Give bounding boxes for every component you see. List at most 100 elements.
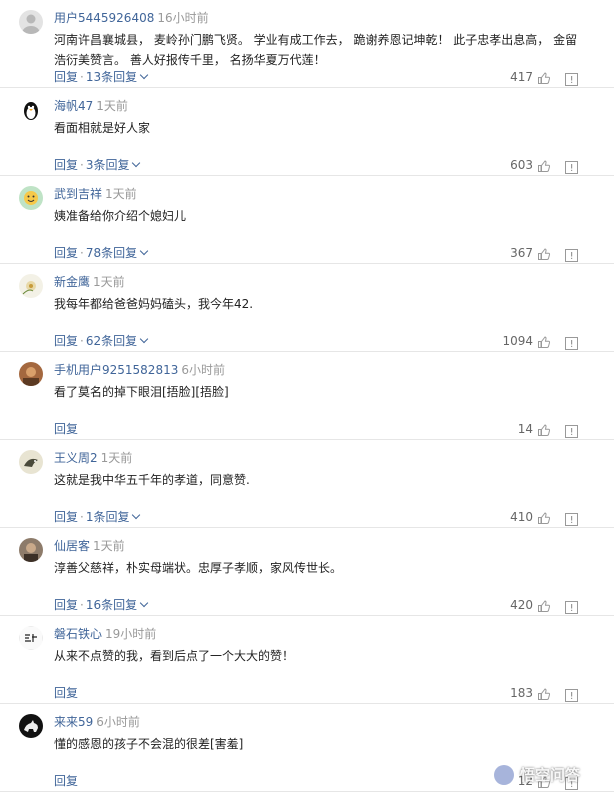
replies-count: 3条回复 <box>85 158 130 172</box>
reply-button[interactable]: 回复 <box>54 686 78 700</box>
comment-time: 1天前 <box>105 187 137 201</box>
chevron-down-icon <box>132 510 141 520</box>
comment-actions: 回复 <box>54 421 78 437</box>
comment-item: 手机用户9251582813 6小时前 看了莫名的掉下眼泪[捂脸][捂脸] 回复 14 <box>0 352 614 440</box>
username-link[interactable]: 海帆47 <box>54 99 93 113</box>
comment-feedback: 367 <box>510 244 578 262</box>
reply-button[interactable]: 回复 <box>54 70 78 84</box>
like-count: 420 <box>510 598 533 612</box>
thumbs-up-icon[interactable] <box>537 686 551 700</box>
comment-meta: 武到吉祥 1天前 <box>54 186 137 202</box>
view-replies-button[interactable]: 62条回复 <box>85 334 149 348</box>
report-icon[interactable] <box>565 247 578 262</box>
comment-time: 6小时前 <box>96 715 140 729</box>
like-count: 183 <box>510 686 533 700</box>
username-link[interactable]: 磐石铁心 <box>54 627 102 641</box>
comment-time: 1天前 <box>100 451 133 465</box>
report-icon[interactable] <box>565 423 578 438</box>
comment-time: 1天前 <box>93 539 125 553</box>
comment-meta: 新金鹰 1天前 <box>54 274 125 290</box>
separator-dot: · <box>80 598 84 612</box>
username-link[interactable]: 新金鹰 <box>54 275 90 289</box>
reply-button[interactable]: 回复 <box>54 598 78 612</box>
username-link[interactable]: 武到吉祥 <box>54 187 102 201</box>
comment-text: 淳善父慈祥，朴实母端状。忠厚子孝顺，家风传世长。 <box>54 561 343 575</box>
reply-button[interactable]: 回复 <box>54 334 78 348</box>
like-count: 1094 <box>502 334 533 348</box>
username-link[interactable]: 手机用户9251582813 <box>54 363 178 377</box>
chevron-down-icon <box>139 334 149 344</box>
smiley-avatar[interactable] <box>19 186 43 210</box>
comment-text: 从来不点赞的我，看到后点了一个大大的赞！ <box>54 649 295 663</box>
view-replies-button[interactable]: 3条回复 <box>85 158 141 172</box>
replies-count: 16条回复 <box>85 598 138 612</box>
report-icon[interactable] <box>565 687 578 702</box>
view-replies-button[interactable]: 1条回复 <box>86 510 141 524</box>
comment-meta: 用户5445926408 16小时前 <box>54 10 209 26</box>
chevron-down-icon <box>132 158 141 168</box>
report-icon[interactable] <box>565 599 578 614</box>
like-count: 14 <box>517 422 533 436</box>
comment-actions: 回复 · 1条回复 <box>54 509 141 525</box>
comment-feedback: 603 <box>510 156 578 174</box>
watermark-text: 悟空问答 <box>520 766 581 784</box>
comment-actions: 回复 · 16条回复 <box>54 597 149 613</box>
thumbs-up-icon[interactable] <box>537 246 551 260</box>
thumbs-up-icon[interactable] <box>537 334 551 348</box>
comment-text: 看了莫名的掉下眼泪[捂脸][捂脸] <box>54 385 229 399</box>
separator-dot: · <box>80 246 84 260</box>
comment-item: 磐石铁心 19小时前从来不点赞的我，看到后点了一个大大的赞！ 回复 183 <box>0 616 614 704</box>
username-link[interactable]: 王义周2 <box>54 451 98 465</box>
comment-actions: 回复 <box>54 685 78 701</box>
view-replies-button[interactable]: 13条回复 <box>85 70 149 84</box>
comment-feedback: 183 <box>510 684 578 702</box>
thumbs-up-icon[interactable] <box>537 598 551 612</box>
flower-avatar[interactable] <box>19 274 43 298</box>
like-count: 410 <box>510 510 533 524</box>
thumbs-up-icon[interactable] <box>537 158 551 172</box>
view-replies-button[interactable]: 78条回复 <box>86 246 149 260</box>
comment-item: 海帆47 1天前 看面相就是好人家 回复 · 3条回复 603 <box>0 88 614 176</box>
comment-meta: 来来59 6小时前 <box>54 714 140 730</box>
comment-time: 6小时前 <box>181 363 225 377</box>
username-link[interactable]: 用户5445926408 <box>54 11 154 25</box>
thumbs-up-icon[interactable] <box>537 510 551 524</box>
comment-feedback: 417 <box>510 68 578 86</box>
penguin-avatar[interactable] <box>19 98 43 122</box>
photo-avatar[interactable] <box>19 362 43 386</box>
calligraphy-avatar[interactable] <box>19 626 43 650</box>
reply-button[interactable]: 回复 <box>54 510 78 524</box>
comment-meta: 手机用户9251582813 6小时前 <box>54 362 225 378</box>
thumbs-up-icon[interactable] <box>537 70 551 84</box>
watermark-logo-icon <box>494 764 514 785</box>
report-icon[interactable] <box>565 511 578 526</box>
comment-item: 新金鹰 1天前 我每年都给爸爸妈妈磕头，我今年42. 回复 · 62条回复 1094 <box>0 264 614 352</box>
comment-text: 我每年都给爸爸妈妈磕头，我今年42. <box>54 297 254 311</box>
reply-button[interactable]: 回复 <box>54 422 78 436</box>
portrait-avatar[interactable] <box>19 538 43 562</box>
reply-button[interactable]: 回复 <box>54 246 78 260</box>
horse-avatar[interactable] <box>19 714 43 738</box>
report-icon[interactable] <box>565 71 578 86</box>
comment-item: 王义周2 1天前 这就是我中华五千年的孝道，同意赞. 回复 · 1条回复 410 <box>0 440 614 528</box>
username-link[interactable]: 仙居客 <box>54 539 90 553</box>
thumbs-up-icon[interactable] <box>537 422 551 436</box>
comment-meta: 磐石铁心 19小时前 <box>54 626 156 642</box>
replies-count: 62条回复 <box>85 334 138 348</box>
chevron-down-icon <box>139 246 149 256</box>
view-replies-button[interactable]: 16条回复 <box>85 598 149 612</box>
reply-button[interactable]: 回复 <box>54 158 78 172</box>
comment-meta: 王义周2 1天前 <box>54 450 132 466</box>
comment-actions: 回复 · 78条回复 <box>54 245 149 261</box>
reply-button[interactable]: 回复 <box>54 774 78 788</box>
bird-avatar[interactable] <box>19 450 43 474</box>
default-user-avatar[interactable] <box>19 10 43 34</box>
report-icon[interactable] <box>565 159 578 174</box>
comment-actions: 回复 <box>54 773 78 789</box>
report-icon[interactable] <box>565 335 578 350</box>
replies-count: 13条回复 <box>85 70 138 84</box>
username-link[interactable]: 来来59 <box>54 715 93 729</box>
comment-meta: 海帆47 1天前 <box>54 98 128 114</box>
separator-dot: · <box>80 510 84 524</box>
comment-feedback: 410 <box>510 508 578 526</box>
